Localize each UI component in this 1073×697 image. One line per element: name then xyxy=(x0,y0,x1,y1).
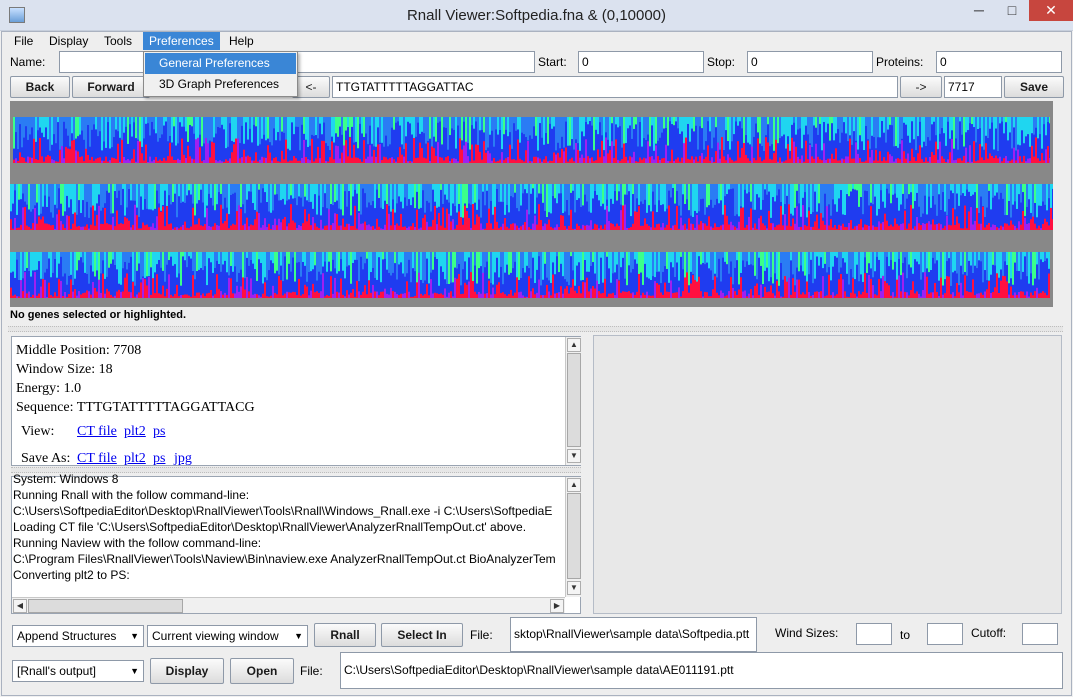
proteins-label: Proteins: xyxy=(876,55,924,69)
scroll-thumb[interactable] xyxy=(567,353,581,447)
window-size: Window Size: 18 xyxy=(16,362,113,377)
view-ps-link[interactable]: ps xyxy=(153,424,165,440)
log-scroll-down-icon[interactable]: ▼ xyxy=(567,581,581,595)
close-button[interactable]: ✕ xyxy=(1029,0,1073,21)
output-select[interactable]: [Rnall's output] ▼ xyxy=(12,660,144,682)
energy-value: Energy: 1.0 xyxy=(16,381,82,396)
cutoff-field[interactable] xyxy=(1022,623,1058,645)
log-text: System: Windows 8 Running Rnall with the … xyxy=(13,471,563,587)
back-button[interactable]: Back xyxy=(10,76,70,98)
save-button[interactable]: Save xyxy=(1004,76,1064,98)
ptt-file-field-2[interactable]: C:\Users\SoftpediaEditor\Desktop\RnallVi… xyxy=(340,652,1063,689)
log-scroll-up-icon[interactable]: ▲ xyxy=(567,478,581,492)
start-label: Start: xyxy=(538,55,567,69)
energy-lane-2 xyxy=(10,184,1053,230)
energy-lane-3 xyxy=(10,252,1050,298)
log-line: System: Windows 8 xyxy=(13,472,119,486)
log-line: Converting plt2 to PS: xyxy=(13,568,130,582)
log-hscroll-thumb[interactable] xyxy=(28,599,183,613)
view-label: View: xyxy=(21,424,55,439)
save-plt2-link[interactable]: plt2 xyxy=(124,451,146,467)
chevron-down-icon: ▼ xyxy=(130,666,139,676)
output-select-value: [Rnall's output] xyxy=(17,664,97,678)
menu-preferences[interactable]: Preferences xyxy=(143,32,220,50)
info-panel: Middle Position: 7708 Window Size: 18 En… xyxy=(11,336,581,466)
scroll-down-icon[interactable]: ▼ xyxy=(567,449,581,463)
general-preferences-item[interactable]: General Preferences xyxy=(145,53,296,74)
preferences-dropdown: General Preferences 3D Graph Preferences xyxy=(143,51,298,97)
file-label-1: File: xyxy=(470,628,493,642)
stop-field[interactable]: 0 xyxy=(747,51,873,73)
save-jpg-link[interactable]: jpg xyxy=(174,451,192,467)
file-label-2: File: xyxy=(300,664,323,678)
append-select-value: Append Structures xyxy=(17,629,117,643)
menu-tools[interactable]: Tools xyxy=(98,32,138,50)
display-button[interactable]: Display xyxy=(150,658,224,684)
next-button[interactable]: -> xyxy=(900,76,942,98)
proteins-field[interactable]: 0 xyxy=(936,51,1062,73)
structure-view[interactable] xyxy=(593,335,1062,614)
window-title: Rnall Viewer:Softpedia.fna & (0,10000) xyxy=(406,7,667,24)
stop-label: Stop: xyxy=(707,55,736,69)
menu-display[interactable]: Display xyxy=(43,32,94,50)
log-line: Running Naview with the follow command-l… xyxy=(13,536,262,550)
log-line: Loading CT file 'C:\Users\SoftpediaEdito… xyxy=(13,520,527,534)
log-scroll-right-icon[interactable]: ▶ xyxy=(550,599,564,613)
chevron-down-icon: ▼ xyxy=(130,631,139,641)
save-ct-link[interactable]: CT file xyxy=(77,451,117,467)
cutoff-label: Cutoff: xyxy=(971,626,1007,640)
title-bar: Rnall Viewer:Softpedia.fna & (0,10000) ─… xyxy=(0,0,1073,31)
view-ct-link[interactable]: CT file xyxy=(77,424,117,440)
log-line: C:\Users\SoftpediaEditor\Desktop\RnallVi… xyxy=(13,504,553,518)
save-ps-link[interactable]: ps xyxy=(153,451,165,467)
name-label: Name: xyxy=(10,55,46,69)
log-line: C:\Program Files\RnallViewer\Tools\Navie… xyxy=(13,552,556,566)
view-plt2-link[interactable]: plt2 xyxy=(124,424,146,440)
ptt-file-field-1[interactable]: sktop\RnallViewer\sample data\Softpedia.… xyxy=(510,617,757,652)
wind-sizes-label: Wind Sizes: xyxy=(775,626,839,640)
wind-size-to-field[interactable] xyxy=(927,623,963,645)
graph3d-preferences-item[interactable]: 3D Graph Preferences xyxy=(145,74,296,95)
log-line: Running Rnall with the follow command-li… xyxy=(13,488,250,502)
menu-help[interactable]: Help xyxy=(223,32,260,50)
open-button[interactable]: Open xyxy=(230,658,294,684)
maximize-button[interactable]: □ xyxy=(996,0,1028,21)
minimize-button[interactable]: ─ xyxy=(963,0,995,21)
select-in-button[interactable]: Select In xyxy=(381,623,463,647)
forward-button[interactable]: Forward xyxy=(72,76,150,98)
sequence-field[interactable]: TTGTATTTTTAGGATTAC xyxy=(332,76,898,98)
log-hscrollbar[interactable]: ◀ ▶ xyxy=(12,597,565,613)
viewing-select[interactable]: Current viewing window ▼ xyxy=(147,625,308,647)
rnall-button[interactable]: Rnall xyxy=(314,623,376,647)
log-scroll-left-icon[interactable]: ◀ xyxy=(13,599,27,613)
viewing-select-value: Current viewing window xyxy=(152,629,279,643)
append-select[interactable]: Append Structures ▼ xyxy=(12,625,144,647)
to-label: to xyxy=(900,628,911,642)
wind-size-from-field[interactable] xyxy=(856,623,892,645)
menu-file[interactable]: File xyxy=(8,32,39,50)
chevron-down-icon: ▼ xyxy=(294,631,303,641)
middle-position: Middle Position: 7708 xyxy=(16,343,142,358)
start-field[interactable]: 0 xyxy=(578,51,704,73)
split-divider[interactable] xyxy=(8,326,1063,332)
log-panel: System: Windows 8 Running Rnall with the … xyxy=(11,472,581,614)
log-scroll-thumb[interactable] xyxy=(567,493,581,579)
save-as-label: Save As: xyxy=(21,451,71,466)
scroll-up-icon[interactable]: ▲ xyxy=(567,338,581,352)
selection-status: No genes selected or highlighted. xyxy=(10,309,187,321)
log-vscrollbar[interactable]: ▲ ▼ xyxy=(565,477,581,597)
info-scrollbar[interactable]: ▲ ▼ xyxy=(565,337,581,465)
energy-lane-1 xyxy=(13,117,1050,163)
position-field[interactable]: 7717 xyxy=(944,76,1002,98)
sequence-value: Sequence: TTTGTATTTTTAGGATTACG xyxy=(16,400,255,415)
